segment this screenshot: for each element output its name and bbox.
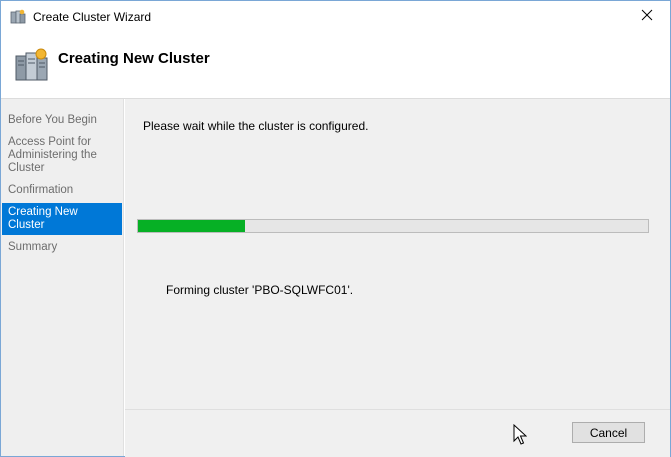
window-title: Create Cluster Wizard [33, 10, 152, 24]
close-icon [641, 9, 653, 24]
progress-bar [137, 219, 649, 233]
wizard-content: Please wait while the cluster is configu… [125, 99, 670, 409]
mouse-cursor-icon [513, 423, 528, 446]
title-bar: Create Cluster Wizard [1, 1, 670, 32]
progress-fill [138, 220, 246, 232]
step-confirmation: Confirmation [8, 184, 74, 196]
step-creating-new-cluster: Creating New Cluster [2, 203, 122, 235]
page-title: Creating New Cluster [58, 50, 210, 67]
close-button[interactable] [624, 1, 670, 32]
cluster-servers-icon [14, 47, 50, 83]
wizard-header: Creating New Cluster [1, 32, 670, 99]
step-summary: Summary [8, 241, 58, 253]
step-access-point: Access Point for Administering the Clust… [8, 136, 97, 174]
cluster-app-icon [10, 9, 26, 25]
cancel-button[interactable]: Cancel [572, 422, 645, 443]
step-before-you-begin: Before You Begin [8, 114, 97, 126]
status-message: Forming cluster 'PBO-SQLWFC01'. [166, 283, 354, 297]
wizard-footer: Cancel [125, 409, 670, 457]
wizard-window: Create Cluster Wizard Creating New Clust… [0, 0, 671, 457]
wizard-steps-sidebar: Before You Begin Access Point for Admini… [1, 99, 124, 456]
wait-message: Please wait while the cluster is configu… [143, 119, 369, 133]
